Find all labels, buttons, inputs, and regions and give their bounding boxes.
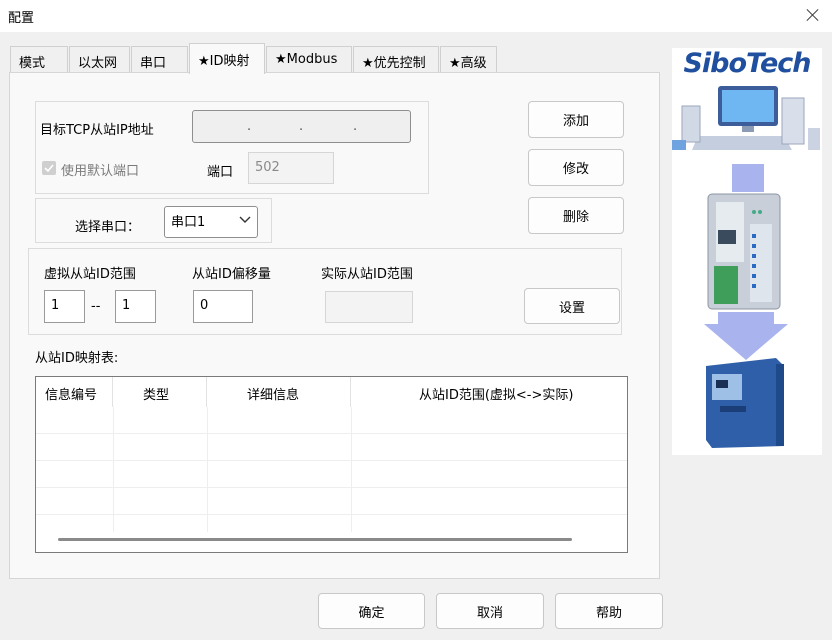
row-divider bbox=[36, 433, 627, 434]
actual-range-label: 实际从站ID范围 bbox=[321, 267, 413, 282]
set-button[interactable]: 设置 bbox=[524, 288, 620, 324]
virtual-range-label: 虚拟从站ID范围 bbox=[44, 267, 136, 282]
range-separator: -- bbox=[91, 299, 101, 314]
serial-port-selected: 串口1 bbox=[171, 215, 206, 230]
select-serial-label: 选择串口： bbox=[75, 220, 141, 235]
column-divider bbox=[207, 407, 208, 532]
row-divider bbox=[36, 460, 627, 461]
delete-button[interactable]: 删除 bbox=[528, 197, 624, 234]
column-header-id-range[interactable]: 从站ID范围(虚拟<->实际) bbox=[351, 377, 627, 407]
ip-address-input[interactable]: . . . bbox=[192, 110, 411, 143]
virtual-from-input[interactable]: 1 bbox=[44, 290, 85, 323]
tab-advanced[interactable]: ★高级 bbox=[440, 46, 497, 73]
modify-button[interactable]: 修改 bbox=[528, 149, 624, 186]
mapping-table-title: 从站ID映射表: bbox=[35, 351, 119, 366]
default-port-label: 使用默认端口 bbox=[61, 164, 140, 179]
port-input[interactable]: 502 bbox=[248, 152, 334, 184]
add-button[interactable]: 添加 bbox=[528, 101, 624, 138]
column-divider bbox=[113, 407, 114, 532]
serial-port-select[interactable]: 串口1 bbox=[164, 206, 258, 238]
ok-button[interactable]: 确定 bbox=[318, 593, 425, 629]
chevron-down-icon bbox=[239, 216, 251, 223]
close-icon[interactable] bbox=[802, 4, 824, 26]
tab-ethernet[interactable]: 以太网 bbox=[69, 46, 130, 73]
title-bar bbox=[0, 0, 832, 32]
tab-modbus[interactable]: ★Modbus bbox=[266, 46, 352, 73]
arrow-down-icon bbox=[732, 164, 764, 192]
row-divider bbox=[36, 514, 627, 515]
row-divider bbox=[36, 487, 627, 488]
cancel-button[interactable]: 取消 bbox=[436, 593, 544, 629]
device-flow-diagram bbox=[672, 86, 820, 448]
ip-separator: . bbox=[299, 119, 304, 134]
mapping-table[interactable]: 信息编号 类型 详细信息 从站ID范围(虚拟<->实际) bbox=[35, 376, 628, 553]
tab-mode[interactable]: 模式 bbox=[10, 46, 68, 73]
tab-id-mapping[interactable]: ★ID映射 bbox=[189, 43, 265, 74]
virtual-to-input[interactable]: 1 bbox=[115, 290, 156, 323]
window-title: 配置 bbox=[8, 11, 35, 26]
horizontal-scrollbar[interactable] bbox=[58, 538, 572, 541]
port-label: 端口 bbox=[207, 165, 234, 180]
tab-serial[interactable]: 串口 bbox=[131, 46, 188, 73]
offset-label: 从站ID偏移量 bbox=[192, 267, 271, 282]
computer-icon bbox=[672, 86, 820, 150]
help-button[interactable]: 帮助 bbox=[555, 593, 663, 629]
gateway-device-icon bbox=[707, 193, 781, 310]
ip-separator: . bbox=[247, 119, 252, 134]
actual-range-field bbox=[325, 291, 413, 323]
arrow-down-icon bbox=[704, 312, 788, 360]
offset-input[interactable]: 0 bbox=[193, 290, 253, 323]
default-port-checkbox[interactable] bbox=[42, 161, 56, 175]
column-header-details[interactable]: 详细信息 bbox=[207, 377, 351, 407]
tab-priority-control[interactable]: ★优先控制 bbox=[353, 46, 439, 73]
ip-separator: . bbox=[353, 119, 358, 134]
target-ip-label: 目标TCP从站IP地址 bbox=[40, 123, 154, 138]
column-header-type[interactable]: 类型 bbox=[113, 377, 207, 407]
column-header-info-number[interactable]: 信息编号 bbox=[36, 377, 113, 407]
column-divider bbox=[351, 407, 352, 532]
inverter-device-icon bbox=[706, 358, 784, 448]
checkmark-icon bbox=[44, 164, 54, 172]
brand-logo: SiboTech bbox=[683, 48, 811, 79]
